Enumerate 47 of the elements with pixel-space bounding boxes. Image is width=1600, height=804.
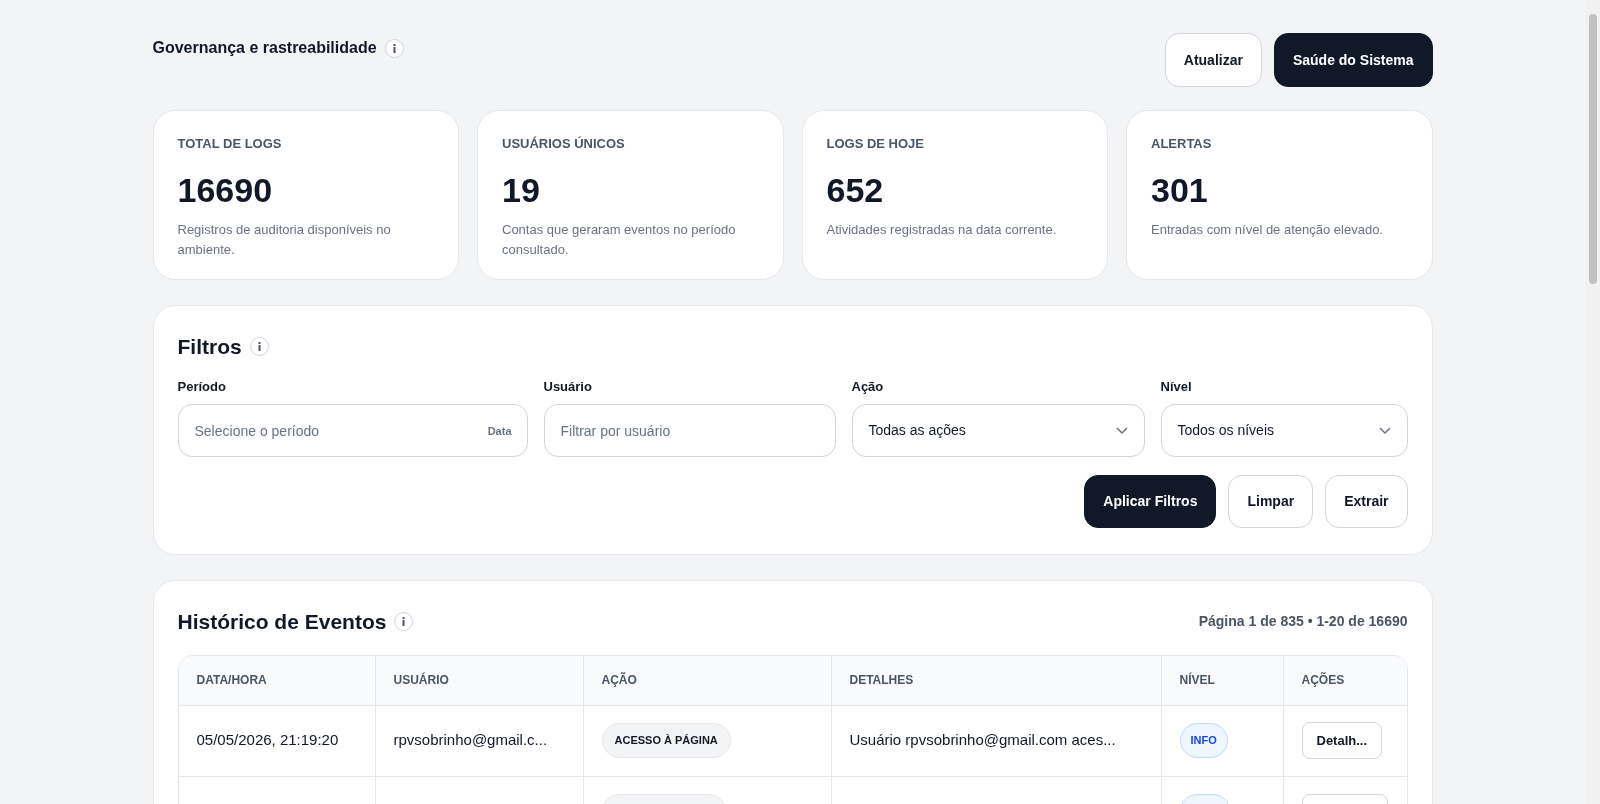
chevron-down-icon [1115,426,1128,435]
page-title: Governança e rastreabilidade [152,38,377,58]
stat-label: ALERTAS [1151,135,1213,153]
filter-action-button[interactable]: Limpar [1228,475,1314,528]
level-badge: INFO [1179,723,1228,758]
pagination-info: Página 1 de 835 • 1-20 de 16690 [1198,612,1408,632]
system-health-button[interactable]: Saúde do Sistema [1273,33,1433,87]
input-field[interactable]: Filtrar por usuário [543,404,836,457]
info-icon[interactable] [249,337,269,357]
table-cell-text: Usuário rpvsobrinho@gmail.com aces... [849,730,1116,751]
stat-description: Contas que geraram eventos no período consultado. [502,220,737,259]
filters-title: Filtros [177,334,242,360]
column-header: USUÁRIO [393,671,449,689]
history-title: Histórico de Eventos [177,609,387,635]
column-header: DETALHES [849,672,914,689]
stat-value: 16690 [177,169,274,210]
stat-value: 301 [1151,169,1209,210]
action-badge: ACESSO À PÁGINA [601,723,731,758]
select-field[interactable]: Todos os níveis [1160,404,1408,457]
column-header: NÍVEL [1179,671,1215,689]
details-button[interactable]: Detalh... [1301,722,1383,759]
filter-action-button[interactable]: Extrair [1325,475,1408,528]
column-header: AÇÕES [1301,671,1345,689]
column-header: AÇÃO [601,671,637,689]
select-field[interactable]: Todas as ações [851,404,1145,457]
info-icon[interactable] [394,612,414,632]
filter-action-button[interactable]: Aplicar Filtros [1084,475,1217,528]
stat-description: Registros de auditoria disponíveis no ambiente. [177,220,392,259]
stat-value: 19 [502,169,541,210]
field-label: Usuário [543,377,593,396]
stat-value: 652 [826,169,885,210]
refresh-button[interactable]: Atualizar [1164,33,1262,87]
info-icon[interactable] [384,38,404,58]
field-label: Período [177,377,227,396]
stat-label: LOGS DE HOJE [826,135,926,153]
stat-description: Atividades registradas na data corrente. [826,220,1058,239]
stat-label: TOTAL DE LOGS [177,135,283,153]
field-label: Ação [851,377,885,396]
field-label: Nível [1160,377,1193,396]
chevron-down-icon [1378,426,1391,435]
scrollbar[interactable] [1585,0,1600,804]
column-header: DATA/HORA [196,672,267,689]
table-cell-text: 05/05/2026, 21:19:20 [196,730,339,751]
stat-description: Entradas com nível de atenção elevado. [1151,220,1384,239]
table-cell-text: rpvsobrinho@gmail.c... [393,730,548,751]
date-hint: Data [487,424,512,439]
stat-label: USUÁRIOS ÚNICOS [502,135,626,153]
